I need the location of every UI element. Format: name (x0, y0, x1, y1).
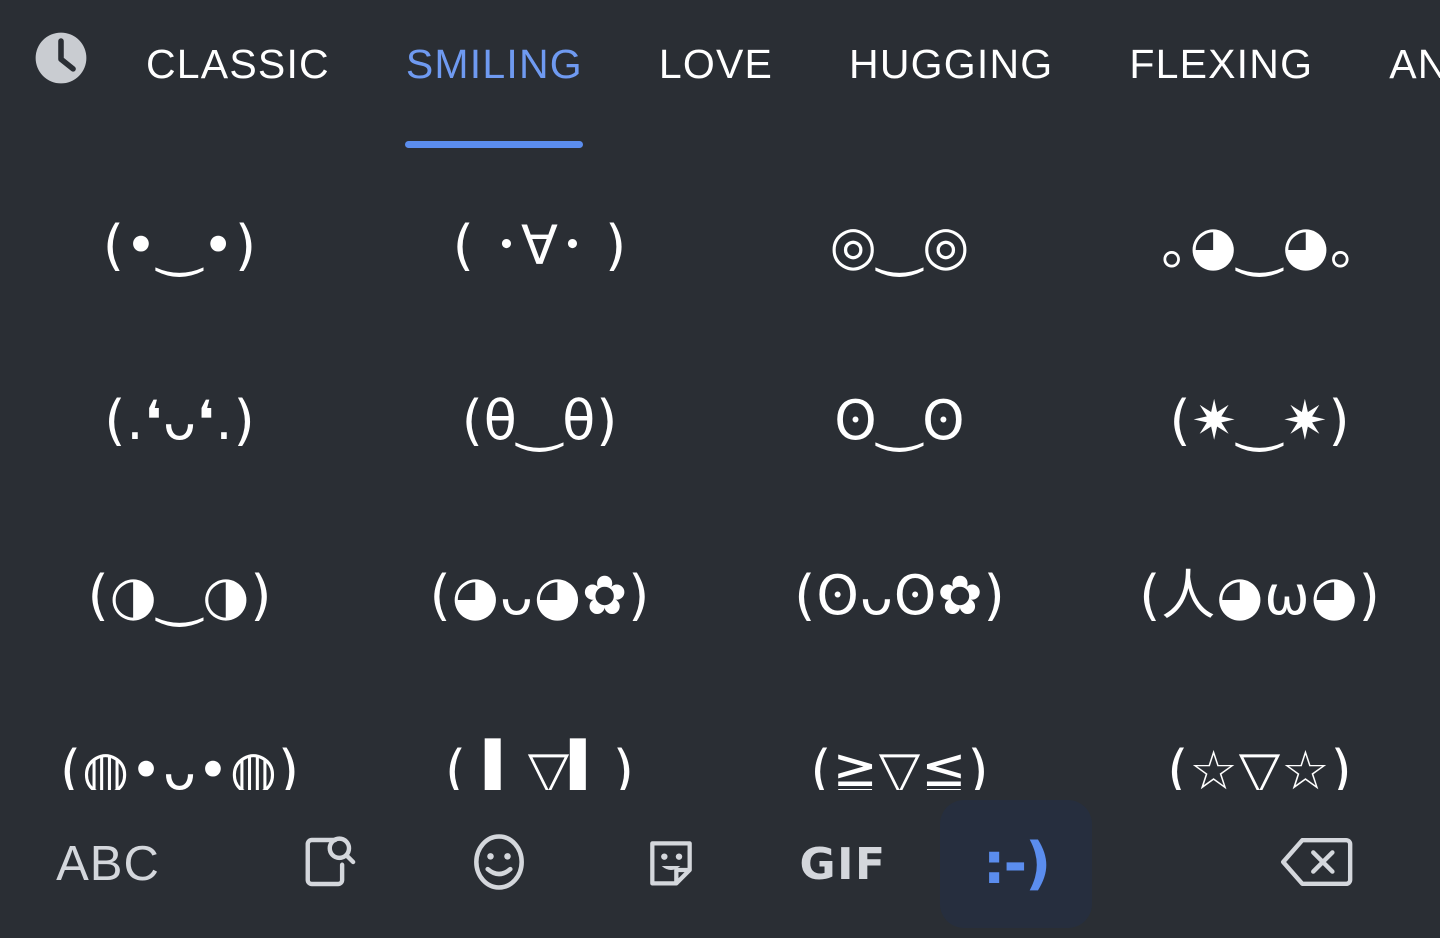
kaomoji-button-selected[interactable]: :-) (940, 800, 1092, 928)
gif-button[interactable]: GIF (768, 802, 918, 926)
kaomoji-item[interactable]: ◎‿◎ (720, 158, 1080, 333)
tab-flexing-label: FLEXING (1129, 41, 1314, 87)
kaomoji-item[interactable]: (☆▽☆) (1080, 683, 1440, 790)
abc-keyboard-button[interactable]: ABC (8, 802, 208, 926)
kaomoji-text: (◍•ᴗ•◍) (59, 738, 301, 790)
abc-label: ABC (56, 837, 160, 891)
tab-classic-label: CLASSIC (146, 41, 330, 87)
tab-smiling-underline (405, 141, 584, 148)
sticker-button[interactable] (596, 802, 746, 926)
kaomoji-text: ｡◕‿◕｡ (1161, 213, 1359, 277)
kaomoji-text: (≧▽≦) (810, 738, 990, 790)
kaomoji-item[interactable]: (θ‿θ) (360, 333, 720, 508)
kaomoji-item[interactable]: (✷‿✷) (1080, 333, 1440, 508)
backspace-button[interactable] (1236, 802, 1396, 926)
tab-love[interactable]: LOVE (621, 0, 811, 158)
kaomoji-item[interactable]: ｡◕‿◕｡ (1080, 158, 1440, 333)
tab-animals-label: AN (1389, 41, 1440, 87)
kaomoji-smiley-label: :-) (982, 831, 1052, 897)
kaomoji-item[interactable]: ( ･∀･ ) (360, 158, 720, 333)
recent-kaomoji-button[interactable] (0, 0, 108, 120)
kaomoji-text: ( ▍▽▍) (445, 738, 635, 790)
kaomoji-grid: (•‿•) ( ･∀･ ) ◎‿◎ ｡◕‿◕｡ (.❛ᴗ❛.) (θ‿θ) ʘ‿… (0, 158, 1440, 790)
kaomoji-text: (ʘᴗʘ✿) (794, 563, 1006, 627)
search-emoji-button[interactable] (252, 802, 402, 926)
kaomoji-text: (◑‿◑) (87, 563, 273, 627)
category-tabs: CLASSIC SMILING LOVE HUGGING FLEXING AN (108, 0, 1440, 158)
kaomoji-text: (◕ᴗ◕✿) (429, 563, 651, 627)
emoji-button[interactable] (424, 802, 574, 926)
kaomoji-item[interactable]: ʘ‿ʘ (720, 333, 1080, 508)
kaomoji-item[interactable]: (◕ᴗ◕✿) (360, 508, 720, 683)
kaomoji-text: (✷‿✷) (1169, 388, 1351, 452)
kaomoji-text: (人◕ω◕) (1139, 563, 1381, 627)
tab-hugging-label: HUGGING (849, 41, 1054, 87)
kaomoji-item[interactable]: (.❛ᴗ❛.) (0, 333, 360, 508)
tab-flexing[interactable]: FLEXING (1091, 0, 1351, 158)
document-search-icon (294, 829, 360, 900)
emoji-smiley-icon (465, 828, 533, 901)
clock-icon (32, 29, 90, 92)
kaomoji-item[interactable]: (•‿•) (0, 158, 360, 333)
category-tab-bar: CLASSIC SMILING LOVE HUGGING FLEXING AN (0, 0, 1440, 158)
tab-love-label: LOVE (658, 41, 774, 87)
tab-smiling[interactable]: SMILING (368, 0, 621, 158)
tab-hugging[interactable]: HUGGING (811, 0, 1091, 158)
kaomoji-text: ( ･∀･ ) (452, 213, 628, 277)
kaomoji-item[interactable]: ( ▍▽▍) (360, 683, 720, 790)
kaomoji-text: ʘ‿ʘ (834, 388, 966, 452)
kaomoji-item[interactable]: (ʘᴗʘ✿) (720, 508, 1080, 683)
kaomoji-item[interactable]: (◍•ᴗ•◍) (0, 683, 360, 790)
backspace-icon (1275, 828, 1357, 901)
kaomoji-text: (•‿•) (102, 213, 258, 277)
kaomoji-item[interactable]: (◑‿◑) (0, 508, 360, 683)
gif-label: GIF (799, 838, 887, 890)
kaomoji-text: (θ‿θ) (461, 388, 619, 452)
tab-animals-truncated[interactable]: AN (1351, 0, 1440, 158)
keyboard-bottom-toolbar: ABC GIF:-) (0, 790, 1440, 938)
tab-classic[interactable]: CLASSIC (108, 0, 368, 158)
kaomoji-text: (.❛ᴗ❛.) (104, 388, 256, 452)
tab-smiling-label: SMILING (405, 41, 583, 87)
kaomoji-item[interactable]: (≧▽≦) (720, 683, 1080, 790)
kaomoji-text: (☆▽☆) (1167, 738, 1353, 790)
sticker-icon (639, 830, 703, 899)
kaomoji-item[interactable]: (人◕ω◕) (1080, 508, 1440, 683)
kaomoji-text: ◎‿◎ (829, 213, 971, 277)
